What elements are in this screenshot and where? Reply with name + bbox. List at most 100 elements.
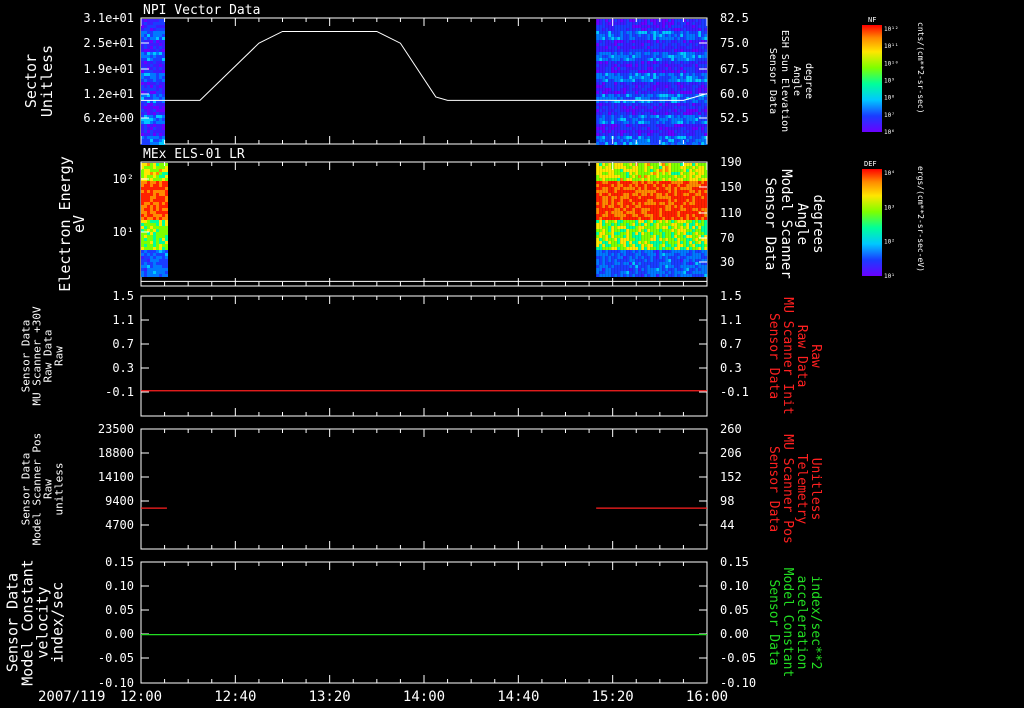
spectrogram-cell: [683, 175, 687, 178]
spectrogram-cell: [704, 97, 708, 100]
spectrogram-cell: [159, 181, 162, 184]
spectrogram-cell: [647, 199, 651, 202]
spectrogram-cell: [611, 205, 615, 208]
spectrogram-cell: [686, 31, 690, 34]
spectrogram-cell: [156, 58, 159, 61]
spectrogram-cell: [150, 37, 153, 40]
spectrogram-cell: [668, 226, 672, 229]
spectrogram-cell: [144, 70, 147, 73]
spectrogram-cell: [641, 40, 645, 43]
spectrogram-cell: [623, 58, 627, 61]
y-tick-label-left: 10¹: [112, 225, 134, 239]
spectrogram-cell: [611, 127, 615, 130]
spectrogram-cell: [638, 241, 642, 244]
spectrogram-cell: [686, 259, 690, 262]
spectrogram-cell: [605, 190, 609, 193]
spectrogram-cell: [605, 271, 609, 274]
spectrogram-cell: [677, 268, 681, 271]
spectrogram-cell: [614, 37, 618, 40]
spectrogram-cell: [635, 244, 639, 247]
spectrogram-cell: [665, 220, 669, 223]
spectrogram-cell: [629, 220, 633, 223]
spectrogram-cell: [638, 139, 642, 142]
spectrogram-cell: [620, 223, 624, 226]
spectrogram-cell: [599, 232, 603, 235]
spectrogram-cell: [680, 19, 684, 22]
spectrogram-cell: [626, 109, 630, 112]
spectrogram-cell: [611, 46, 615, 49]
spectrogram-cell: [599, 37, 603, 40]
spectrogram-cell: [147, 250, 150, 253]
spectrogram-cell: [656, 256, 660, 259]
spectrogram-cell: [147, 37, 150, 40]
spectrogram-cell: [653, 127, 657, 130]
spectrogram-cell: [668, 58, 672, 61]
spectrogram-cell: [695, 67, 699, 70]
spectrogram-cell: [617, 256, 621, 259]
spectrogram-cell: [159, 127, 162, 130]
spectrogram-cell: [665, 163, 669, 166]
spectrogram-cell: [150, 49, 153, 52]
spectrogram-cell: [596, 82, 600, 85]
spectrogram-cell: [150, 229, 153, 232]
spectrogram-cell: [165, 211, 168, 214]
spectrogram-cell: [162, 253, 165, 256]
spectrogram-cell: [608, 109, 612, 112]
spectrogram-cell: [605, 109, 609, 112]
spectrogram-cell: [153, 196, 156, 199]
spectrogram-cell: [695, 139, 699, 142]
spectrogram-cell: [644, 244, 648, 247]
spectrogram-cell: [674, 139, 678, 142]
spectrogram-cell: [159, 91, 162, 94]
spectrogram-cell: [704, 268, 708, 271]
spectrogram-cell: [641, 220, 645, 223]
spectrogram-cell: [656, 88, 660, 91]
spectrogram-cell: [638, 133, 642, 136]
spectrogram-cell: [653, 244, 657, 247]
spectrogram-cell: [635, 52, 639, 55]
spectrogram-cell: [665, 190, 669, 193]
spectrogram-cell: [596, 106, 600, 109]
spectrogram-cell: [147, 55, 150, 58]
spectrogram-cell: [638, 67, 642, 70]
spectrogram-cell: [153, 103, 156, 106]
spectrogram-cell: [668, 178, 672, 181]
spectrogram-cell: [629, 250, 633, 253]
spectrogram-cell: [659, 220, 663, 223]
spectrogram-cell: [695, 265, 699, 268]
spectrogram-cell: [596, 31, 600, 34]
spectrogram-cell: [689, 46, 693, 49]
spectrogram-cell: [650, 268, 654, 271]
spectrogram-cell: [692, 49, 696, 52]
y-axis-label-right: Model Scanner: [778, 169, 794, 279]
spectrogram-cell: [611, 109, 615, 112]
spectrogram-cell: [596, 256, 600, 259]
spectrogram-cell: [641, 163, 645, 166]
spectrogram-cell: [144, 181, 147, 184]
spectrogram-cell: [704, 124, 708, 127]
spectrogram-cell: [704, 46, 708, 49]
spectrogram-cell: [617, 220, 621, 223]
colorbar-def-ticks: 10⁴10³10²10¹: [884, 170, 895, 280]
spectrogram-cell: [623, 22, 627, 25]
spectrogram-cell: [165, 169, 168, 172]
spectrogram-cell: [150, 178, 153, 181]
spectrogram-cell: [668, 130, 672, 133]
spectrogram-cell: [650, 235, 654, 238]
spectrogram-cell: [144, 121, 147, 124]
spectrogram-cell: [614, 103, 618, 106]
spectrogram-cell: [680, 82, 684, 85]
spectrogram-cell: [689, 169, 693, 172]
spectrogram-cell: [656, 262, 660, 265]
spectrogram-cell: [683, 106, 687, 109]
spectrogram-cell: [695, 115, 699, 118]
spectrogram-cell: [614, 43, 618, 46]
spectrogram-cell: [614, 241, 618, 244]
spectrogram-cell: [626, 274, 630, 277]
spectrogram-cell: [641, 91, 645, 94]
spectrogram-cell: [695, 49, 699, 52]
spectrogram-cell: [671, 181, 675, 184]
spectrogram-cell: [677, 31, 681, 34]
spectrogram-cell: [608, 136, 612, 139]
spectrogram-cell: [144, 220, 147, 223]
